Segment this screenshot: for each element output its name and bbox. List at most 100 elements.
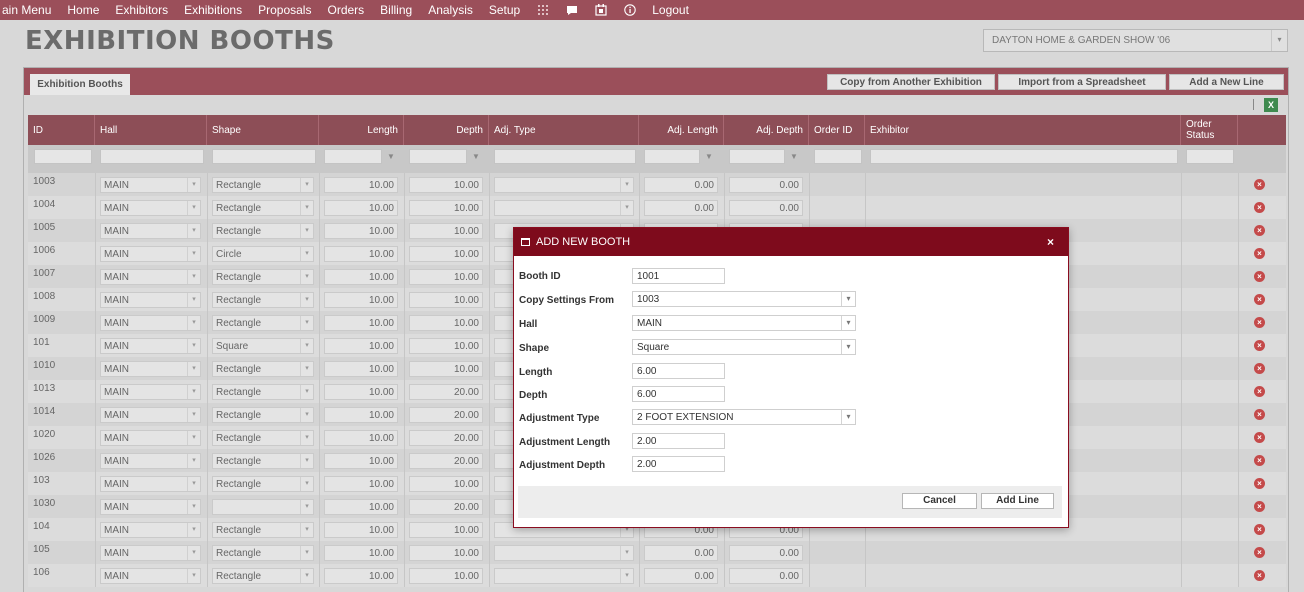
hall-select[interactable]: MAIN [100,269,201,285]
adjustment-depth-field[interactable]: 2.00 [632,456,725,472]
col-order-id[interactable]: Order ID [809,115,865,145]
shape-select[interactable]: Rectangle [212,292,314,308]
length-input[interactable]: 10.00 [324,200,398,216]
delete-row-icon[interactable]: × [1254,179,1265,190]
excel-export-icon[interactable]: X [1264,98,1278,112]
shape-select[interactable]: Rectangle [212,407,314,423]
copy-settings-select[interactable]: 1003 [632,291,856,307]
col-length[interactable]: Length [319,115,404,145]
hall-select[interactable]: MAIN [100,453,201,469]
length-input[interactable]: 10.00 [324,430,398,446]
delete-row-icon[interactable]: × [1254,547,1265,558]
delete-row-icon[interactable]: × [1254,570,1265,581]
adj-length-input[interactable]: 0.00 [644,200,718,216]
hall-select[interactable]: MAIN [100,407,201,423]
menu-main-menu[interactable]: ain Menu [0,3,59,17]
delete-row-icon[interactable]: × [1254,455,1265,466]
length-input[interactable]: 10.00 [324,522,398,538]
length-input[interactable]: 10.00 [324,269,398,285]
filter-order-id[interactable] [814,149,862,164]
length-input[interactable]: 10.00 [324,453,398,469]
filter-adj-length[interactable] [644,149,700,164]
length-input[interactable]: 10.00 [324,338,398,354]
length-input[interactable]: 10.00 [324,568,398,584]
menu-exhibitions[interactable]: Exhibitions [176,3,250,17]
hall-select[interactable]: MAIN [100,430,201,446]
filter-depth[interactable] [409,149,467,164]
hall-select[interactable]: MAIN [100,522,201,538]
depth-input[interactable]: 10.00 [409,476,483,492]
delete-row-icon[interactable]: × [1254,294,1265,305]
hall-select[interactable]: MAIN [100,384,201,400]
hall-select[interactable]: MAIN [100,568,201,584]
depth-input[interactable]: 10.00 [409,568,483,584]
shape-select[interactable]: Rectangle [212,430,314,446]
cancel-button[interactable]: Cancel [902,493,977,509]
shape-select[interactable]: Rectangle [212,476,314,492]
adj-length-input[interactable]: 0.00 [644,568,718,584]
delete-row-icon[interactable]: × [1254,501,1265,512]
filter-icon[interactable]: ▼ [702,149,716,164]
adjustment-type-select[interactable]: 2 FOOT EXTENSION [632,409,856,425]
depth-field[interactable]: 6.00 [632,386,725,402]
filter-icon[interactable]: ▼ [787,149,801,164]
filter-hall[interactable] [100,149,204,164]
length-input[interactable]: 10.00 [324,384,398,400]
shape-select[interactable]: Rectangle [212,545,314,561]
length-input[interactable]: 10.00 [324,315,398,331]
length-input[interactable]: 10.00 [324,499,398,515]
hall-select[interactable]: MAIN [100,246,201,262]
hall-select[interactable]: MAIN [100,499,201,515]
depth-input[interactable]: 20.00 [409,453,483,469]
delete-row-icon[interactable]: × [1254,386,1265,397]
depth-input[interactable]: 20.00 [409,407,483,423]
depth-input[interactable]: 10.00 [409,545,483,561]
depth-input[interactable]: 10.00 [409,177,483,193]
delete-row-icon[interactable]: × [1254,363,1265,374]
shape-select[interactable]: Rectangle [212,361,314,377]
hall-select[interactable]: MAIN [100,545,201,561]
adj-depth-input[interactable]: 0.00 [729,545,803,561]
hall-select[interactable]: MAIN [100,177,201,193]
length-input[interactable]: 10.00 [324,246,398,262]
col-order-status[interactable]: Order Status [1181,115,1238,145]
delete-row-icon[interactable]: × [1254,524,1265,535]
hall-select[interactable]: MAIN [100,361,201,377]
delete-row-icon[interactable]: × [1254,202,1265,213]
delete-row-icon[interactable]: × [1254,340,1265,351]
menu-logout[interactable]: Logout [644,3,697,17]
depth-input[interactable]: 10.00 [409,522,483,538]
hall-select[interactable]: MAIN [100,338,201,354]
depth-input[interactable]: 20.00 [409,430,483,446]
shape-select[interactable]: Rectangle [212,200,314,216]
adj-depth-input[interactable]: 0.00 [729,200,803,216]
tab-exhibition-booths[interactable]: Exhibition Booths [30,74,130,95]
filter-adj-depth[interactable] [729,149,785,164]
depth-input[interactable]: 10.00 [409,338,483,354]
adj-type-select[interactable] [494,200,634,216]
shape-select[interactable]: Square [632,339,856,355]
shape-select[interactable]: Rectangle [212,223,314,239]
menu-proposals[interactable]: Proposals [250,3,319,17]
delete-row-icon[interactable]: × [1254,225,1265,236]
col-hall[interactable]: Hall [95,115,207,145]
depth-input[interactable]: 10.00 [409,269,483,285]
shape-select[interactable]: Circle [212,246,314,262]
grid-icon[interactable] [536,4,549,17]
menu-orders[interactable]: Orders [319,3,372,17]
menu-exhibitors[interactable]: Exhibitors [107,3,176,17]
delete-row-icon[interactable]: × [1254,432,1265,443]
menu-billing[interactable]: Billing [372,3,420,17]
exhibition-select[interactable]: DAYTON HOME & GARDEN SHOW '06 ▾ [983,29,1288,52]
delete-row-icon[interactable]: × [1254,248,1265,259]
depth-input[interactable]: 10.00 [409,200,483,216]
filter-id[interactable] [34,149,92,164]
adj-length-input[interactable]: 0.00 [644,177,718,193]
hall-select[interactable]: MAIN [100,476,201,492]
delete-row-icon[interactable]: × [1254,409,1265,420]
filter-icon[interactable]: ▼ [384,149,398,164]
menu-setup[interactable]: Setup [481,3,528,17]
info-icon[interactable] [623,4,636,17]
shape-select[interactable] [212,499,314,515]
delete-row-icon[interactable]: × [1254,478,1265,489]
